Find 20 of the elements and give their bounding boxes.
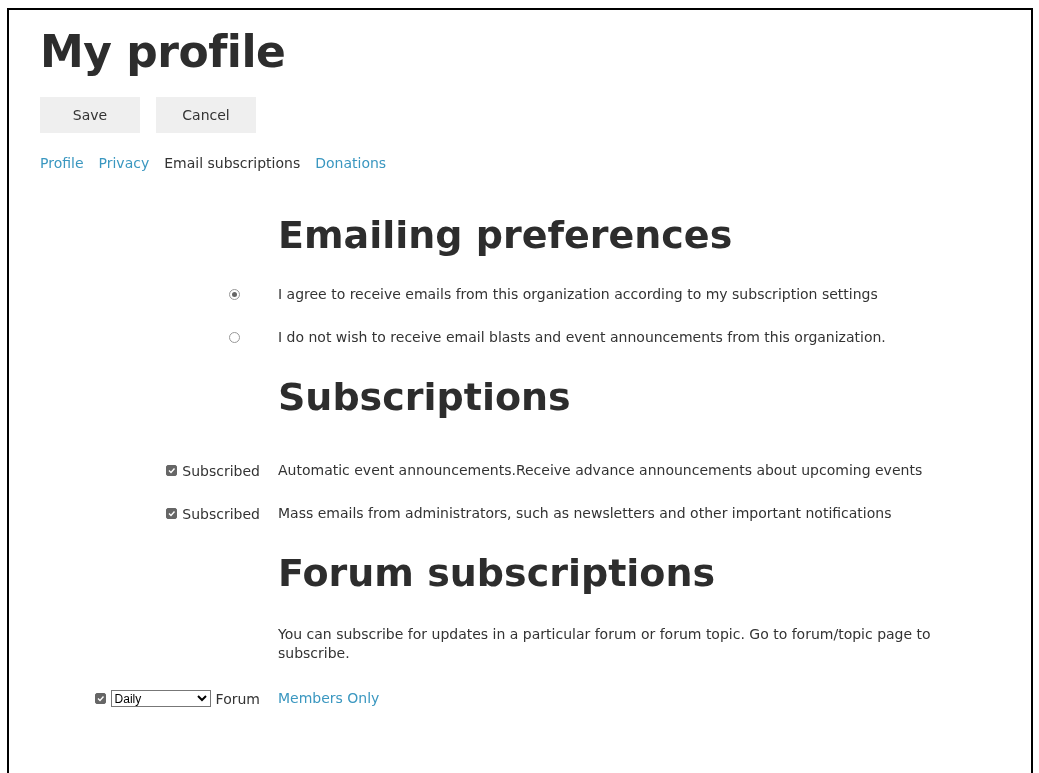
- page-title: My profile: [40, 25, 287, 79]
- cancel-button[interactable]: Cancel: [156, 97, 256, 133]
- checkbox[interactable]: [166, 465, 178, 476]
- subscription-description: Automatic event announcements.Receive advance announcements about upcoming events: [278, 461, 924, 480]
- chevron-down-icon: [196, 695, 207, 702]
- type-label: Forum: [215, 690, 260, 707]
- tab[interactable]: Email subscriptions: [164, 155, 301, 171]
- option-label: I agree to receive emails from this organization according to my subscription settings: [278, 285, 879, 304]
- section-heading: Subscriptions: [278, 374, 572, 421]
- section-heading: Emailing preferences: [278, 212, 734, 259]
- save-button[interactable]: Save: [40, 97, 140, 133]
- frequency-dropdown[interactable]: Daily: [110, 690, 211, 707]
- status-label: Subscribed: [182, 505, 260, 522]
- option-label: I do not wish to receive email blasts and event announcements from this organization.: [278, 328, 887, 347]
- checkbox[interactable]: [94, 693, 106, 704]
- checkbox[interactable]: [166, 508, 178, 519]
- section-heading: Forum subscriptions: [278, 550, 717, 597]
- forum-note: You can subscribe for updates in a particular forum or forum topic. Go to forum/topic page to subscribe.: [278, 625, 932, 663]
- status-label: Subscribed: [182, 462, 260, 479]
- subscription-description: Mass emails from administrators, such as newsletters and other important notifications: [278, 504, 893, 523]
